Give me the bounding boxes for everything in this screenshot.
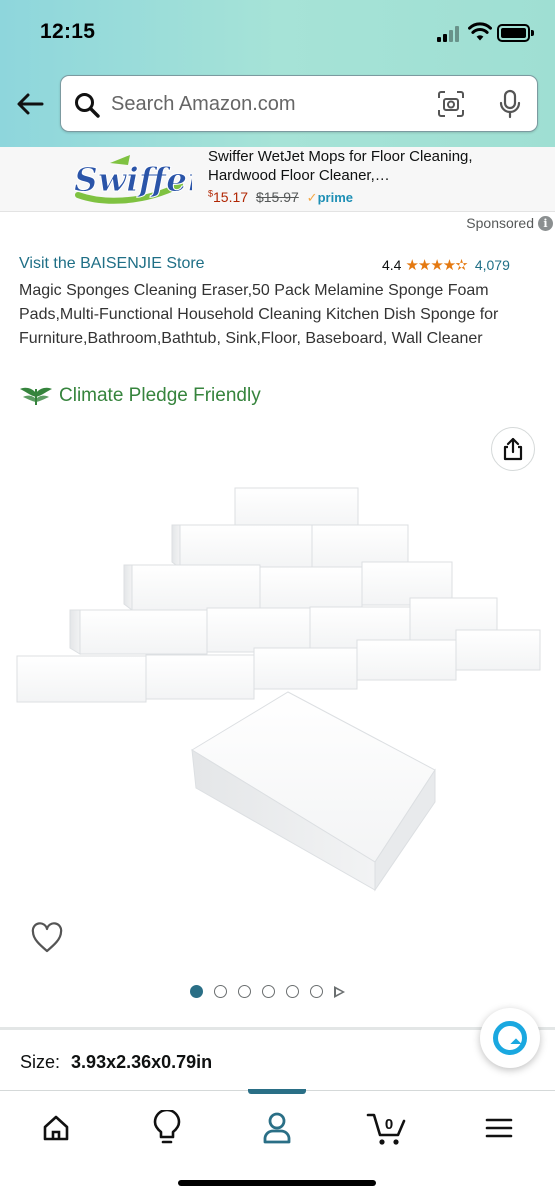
store-link[interactable]: Visit the BAISENJIE Store	[19, 255, 205, 273]
size-value: 3.93x2.36x0.79in	[71, 1052, 213, 1072]
product-title: Magic Sponges Cleaning Eraser,50 Pack Me…	[19, 282, 499, 347]
status-bar: 12:15	[0, 0, 555, 64]
rating-summary[interactable]: 4.4 ★★★★✫ 4,079	[382, 256, 510, 274]
swiffer-logo: Swiffer	[74, 155, 192, 204]
rating-value: 4.4	[382, 257, 402, 273]
nav-inspire[interactable]	[144, 1107, 190, 1149]
section-divider	[0, 1027, 555, 1030]
carousel-dot[interactable]	[262, 985, 275, 998]
back-button[interactable]	[12, 86, 48, 122]
active-tab-indicator	[248, 1089, 306, 1094]
ad-price-row: $15.17 $15.97 ✓prime	[208, 188, 353, 206]
nav-cart[interactable]: 0	[364, 1107, 410, 1149]
image-carousel-indicator[interactable]	[190, 985, 345, 998]
back-arrow-icon	[17, 93, 44, 115]
battery-icon	[497, 24, 534, 42]
sponsored-ad-banner[interactable]: Swiffer Swiffer WetJet Mops for Floor Cl…	[0, 147, 555, 212]
alexa-icon	[493, 1021, 527, 1055]
climate-pledge-label: Climate Pledge Friendly	[59, 385, 261, 406]
video-play-icon[interactable]	[334, 985, 345, 998]
sponge-stack	[16, 487, 541, 892]
status-time: 12:15	[40, 20, 96, 43]
search-icon	[75, 93, 100, 118]
prime-badge: ✓prime	[306, 189, 353, 205]
alexa-button[interactable]	[480, 1008, 540, 1068]
home-indicator	[178, 1180, 376, 1186]
svg-text:Swiffer: Swiffer	[74, 160, 192, 199]
camera-search-icon[interactable]	[437, 90, 465, 118]
cart-icon: 0	[366, 1113, 406, 1145]
carousel-dot[interactable]	[310, 985, 323, 998]
cellular-signal-icon	[437, 26, 463, 42]
product-image[interactable]	[0, 470, 555, 900]
star-rating-icon: ★★★★✫	[405, 257, 467, 274]
carousel-dot[interactable]	[286, 985, 299, 998]
carousel-dot[interactable]	[214, 985, 227, 998]
wifi-icon	[468, 22, 492, 41]
microphone-icon[interactable]	[498, 89, 522, 119]
nav-account[interactable]	[254, 1107, 300, 1149]
nav-menu[interactable]	[476, 1107, 522, 1149]
share-button[interactable]	[491, 427, 535, 471]
rating-count[interactable]: 4,079	[475, 257, 510, 273]
cart-count: 0	[385, 1116, 393, 1133]
account-icon	[263, 1112, 291, 1144]
ad-title: Swiffer WetJet Mops for Floor Cleaning, …	[208, 148, 473, 184]
climate-pledge-icon	[20, 387, 52, 405]
lightbulb-icon	[153, 1110, 181, 1144]
home-icon	[43, 1115, 69, 1141]
size-label: Size:	[20, 1052, 61, 1072]
climate-pledge-badge[interactable]: Climate Pledge Friendly	[19, 385, 261, 407]
size-selector[interactable]: Size: 3.93x2.36x0.79in	[20, 1052, 212, 1073]
ad-old-price: $15.97	[255, 188, 299, 205]
share-icon	[503, 437, 523, 461]
ad-price: $15.17	[208, 188, 249, 205]
menu-icon	[485, 1118, 513, 1138]
info-icon[interactable]: i	[538, 215, 553, 231]
search-bar[interactable]	[60, 75, 538, 132]
carousel-dot[interactable]	[238, 985, 251, 998]
sponsored-label[interactable]: Sponsored i	[466, 215, 553, 231]
carousel-dot[interactable]	[190, 985, 203, 998]
app-header: 12:15	[0, 0, 555, 147]
wishlist-button[interactable]	[30, 922, 66, 956]
heart-icon	[31, 922, 63, 953]
nav-home[interactable]	[33, 1107, 79, 1149]
search-input[interactable]	[111, 86, 411, 122]
